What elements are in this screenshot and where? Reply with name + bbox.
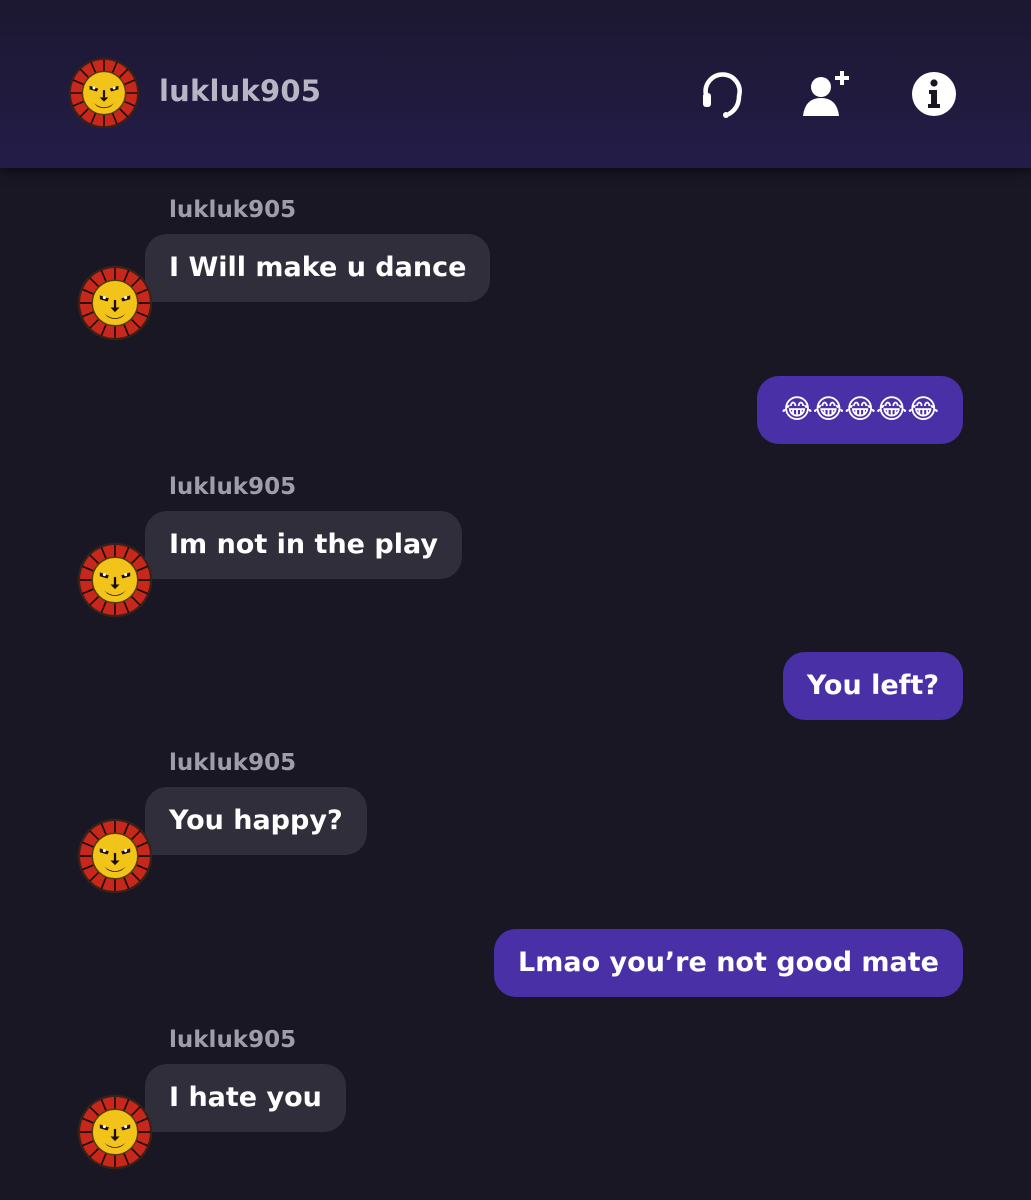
incoming-message-bubble[interactable]: I Will make u dance <box>145 234 491 302</box>
sender-avatar[interactable] <box>77 265 153 341</box>
sender-name: lukluk905 <box>169 1027 297 1053</box>
info-icon[interactable] <box>908 68 960 120</box>
sender-name: lukluk905 <box>169 750 297 776</box>
sender-name: lukluk905 <box>169 474 297 500</box>
sender-name: lukluk905 <box>169 197 297 223</box>
incoming-message-bubble[interactable]: Im not in the play <box>145 511 462 579</box>
sender-avatar[interactable] <box>77 1094 153 1170</box>
add-friend-icon[interactable] <box>801 68 853 120</box>
outgoing-message-bubble[interactable]: Lmao you’re not good mate <box>494 929 963 997</box>
incoming-message-bubble[interactable]: I hate you <box>145 1064 346 1132</box>
contact-avatar[interactable] <box>68 57 140 129</box>
outgoing-message-bubble[interactable]: You left? <box>782 652 963 720</box>
sender-avatar[interactable] <box>77 818 153 894</box>
incoming-message-bubble[interactable]: You happy? <box>145 787 367 855</box>
outgoing-message-bubble[interactable]: 😂😂😂😂😂 <box>757 376 963 444</box>
chat-header: lukluk905 <box>0 0 1031 168</box>
sender-avatar[interactable] <box>77 542 153 618</box>
contact-username[interactable]: lukluk905 <box>159 74 321 108</box>
headset-icon[interactable] <box>697 68 749 120</box>
